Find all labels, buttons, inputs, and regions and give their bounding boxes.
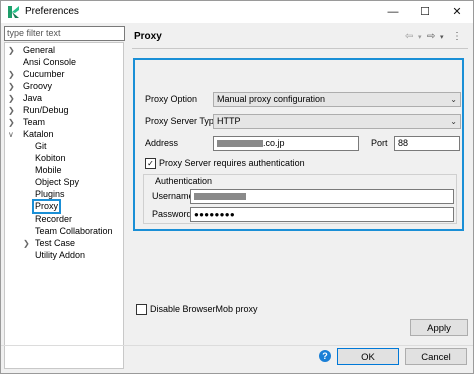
auth-required-label: Proxy Server requires authentication [159, 158, 305, 168]
username-redaction [194, 193, 246, 201]
tree-item-test-case[interactable]: Test Case [35, 238, 75, 249]
minimize-button[interactable]: — [377, 1, 409, 23]
tree-item-utility-addon[interactable]: Utility Addon [35, 250, 85, 261]
preferences-window: Preferences — ☐ ✕ type filter text ❯ Gen… [0, 0, 474, 374]
tree-item-proxy[interactable]: Proxy [32, 199, 62, 214]
filter-input[interactable]: type filter text [4, 26, 125, 41]
preferences-tree: ❯ General Ansi Console ❯ Cucumber ❯ Groo… [4, 42, 124, 369]
tree-item-groovy[interactable]: Groovy [23, 81, 52, 92]
tree-item-team[interactable]: Team [23, 117, 45, 128]
tree-item-ansi-console[interactable]: Ansi Console [23, 57, 76, 68]
tree-item-mobile[interactable]: Mobile [35, 165, 62, 176]
tree-item-team-collaboration[interactable]: Team Collaboration [35, 226, 113, 237]
chevron-right-icon[interactable]: ❯ [8, 117, 15, 128]
server-type-label: Proxy Server Type [145, 116, 219, 126]
username-input[interactable] [190, 189, 454, 204]
proxy-option-label: Proxy Option [145, 94, 198, 104]
window-title: Preferences [25, 6, 79, 17]
chevron-right-icon[interactable]: ❯ [8, 81, 15, 92]
port-label: Port [371, 138, 388, 148]
cancel-button[interactable]: Cancel [405, 348, 467, 365]
tree-item-java[interactable]: Java [23, 93, 42, 104]
address-label: Address [145, 138, 179, 148]
chevron-down-icon: ⌄ [450, 95, 457, 104]
forward-menu-chevron-icon[interactable]: ▾ [440, 33, 444, 41]
back-arrow-icon[interactable]: ⇦ [405, 31, 413, 42]
username-label: Username [152, 191, 194, 201]
address-redaction [217, 140, 263, 148]
proxy-option-select[interactable]: Manual proxy configuration ⌄ [213, 92, 461, 107]
proxy-option-value: Manual proxy configuration [217, 94, 326, 104]
server-type-value: HTTP [217, 116, 241, 126]
title-bar[interactable]: Preferences — ☐ ✕ [1, 1, 473, 23]
tree-item-run-debug[interactable]: Run/Debug [23, 105, 69, 116]
server-type-select[interactable]: HTTP ⌄ [213, 114, 461, 129]
checkmark-icon: ✓ [147, 159, 154, 168]
disable-browsermob-label: Disable BrowserMob proxy [150, 304, 258, 314]
page-header: Proxy ⇦ ▾ ⇨ ▾ ⋮ [128, 27, 468, 47]
apply-button[interactable]: Apply [410, 319, 468, 336]
tree-item-katalon[interactable]: Katalon [23, 129, 54, 140]
proxy-settings-highlight: Proxy Option Manual proxy configuration … [133, 58, 464, 231]
auth-required-checkbox[interactable]: ✓ [145, 158, 156, 169]
authentication-group: Authentication Username Password ●●●●●●●… [143, 174, 457, 224]
chevron-right-icon[interactable]: ❯ [8, 93, 15, 104]
chevron-right-icon[interactable]: ❯ [23, 238, 30, 249]
header-divider [132, 48, 468, 49]
tree-item-git[interactable]: Git [35, 141, 47, 152]
tree-item-recorder[interactable]: Recorder [35, 214, 72, 225]
chevron-down-icon: ⌄ [450, 117, 457, 126]
port-input[interactable]: 88 [394, 136, 460, 151]
maximize-button[interactable]: ☐ [409, 1, 441, 23]
address-value-suffix: .co.jp [263, 138, 285, 148]
back-menu-chevron-icon[interactable]: ▾ [418, 33, 422, 41]
proxy-page: Proxy ⇦ ▾ ⇨ ▾ ⋮ Proxy Option Manual prox… [128, 23, 473, 348]
tree-item-kobiton[interactable]: Kobiton [35, 153, 66, 164]
authentication-group-title: Authentication [153, 176, 215, 186]
chevron-right-icon[interactable]: ❯ [8, 45, 15, 56]
tree-item-object-spy[interactable]: Object Spy [35, 177, 79, 188]
view-menu-icon[interactable]: ⋮ [452, 31, 462, 42]
katalon-logo-icon [8, 6, 19, 18]
tree-item-general[interactable]: General [23, 45, 55, 56]
dialog-body: type filter text ❯ General Ansi Console … [1, 23, 473, 373]
chevron-right-icon[interactable]: ❯ [8, 105, 15, 116]
chevron-down-icon[interactable]: ∨ [8, 129, 14, 140]
page-title: Proxy [134, 31, 162, 42]
disable-browsermob-checkbox[interactable] [136, 304, 147, 315]
forward-arrow-icon[interactable]: ⇨ [427, 31, 435, 42]
chevron-right-icon[interactable]: ❯ [8, 69, 15, 80]
close-button[interactable]: ✕ [441, 1, 473, 23]
ok-button[interactable]: OK [337, 348, 399, 365]
address-input[interactable]: .co.jp [213, 136, 359, 151]
password-input[interactable]: ●●●●●●●● [190, 207, 454, 222]
footer-divider [1, 345, 473, 346]
tree-item-cucumber[interactable]: Cucumber [23, 69, 65, 80]
help-icon[interactable]: ? [319, 350, 331, 362]
password-label: Password [152, 209, 192, 219]
